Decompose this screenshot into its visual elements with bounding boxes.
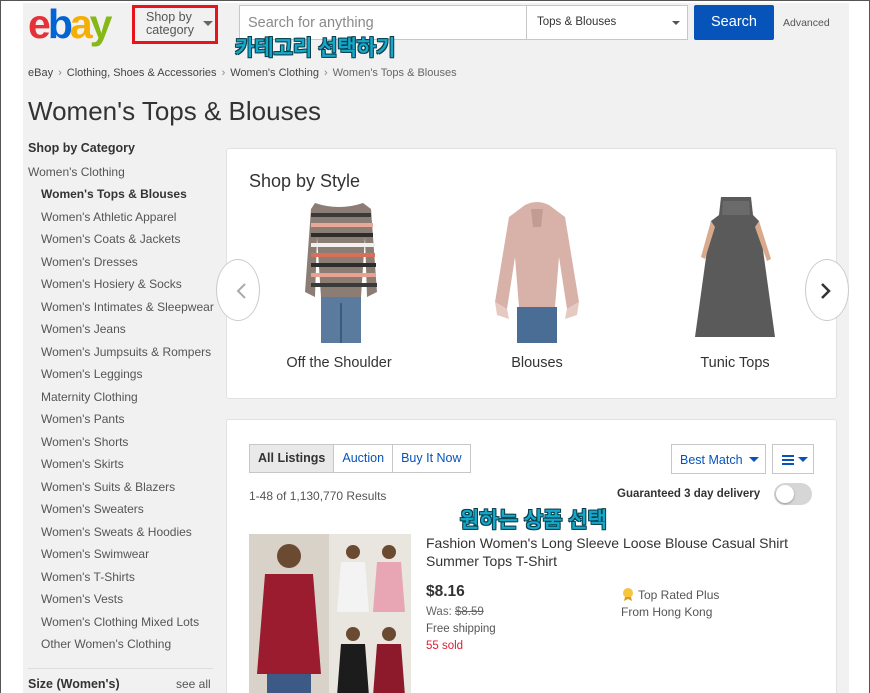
shop-by-style-card: Shop by Style Off the Shoulder Blouses T…: [216, 148, 849, 399]
advanced-search-link[interactable]: Advanced: [783, 17, 830, 29]
medal-icon: [623, 588, 633, 601]
chevron-down-icon: [798, 457, 808, 462]
listing-shipping: Free shipping: [426, 623, 496, 635]
chevron-down-icon: [672, 21, 680, 25]
see-all-link[interactable]: see all: [176, 677, 211, 691]
listing-was-price: Was: $8.59: [426, 606, 484, 618]
off-shoulder-top-image: [305, 203, 377, 343]
category-sidebar: Shop by Category Women's Clothing Women'…: [28, 141, 218, 660]
chevron-right-icon: ›: [221, 67, 226, 79]
annotation-select-product: 원하는 상품 선택: [460, 509, 607, 532]
sidebar-item[interactable]: Women's Jeans: [28, 322, 218, 345]
logo-letter-a: a: [69, 1, 93, 47]
guaranteed-delivery-label: Guaranteed 3 day delivery: [617, 488, 761, 500]
blouse-collage-image: [249, 534, 411, 693]
sidebar-item[interactable]: Women's Intimates & Sleepwear: [28, 300, 218, 323]
chevron-down-icon: [749, 457, 759, 462]
sidebar-item[interactable]: Other Women's Clothing: [28, 637, 218, 660]
view-toggle-dropdown[interactable]: [772, 444, 814, 474]
sidebar-item[interactable]: Women's Leggings: [28, 367, 218, 390]
sidebar-item[interactable]: Women's T-Shirts: [28, 570, 218, 593]
sort-value: Best Match: [680, 453, 743, 467]
chevron-right-icon: ›: [323, 67, 328, 79]
logo-letter-e: e: [28, 1, 51, 47]
annotation-select-category: 카테고리 선택하기: [235, 37, 396, 60]
sidebar-item[interactable]: Women's Coats & Jackets: [28, 232, 218, 255]
sidebar-divider: [28, 668, 213, 669]
sidebar-item[interactable]: Women's Shorts: [28, 435, 218, 458]
category-select[interactable]: Tops & Blouses: [526, 6, 688, 39]
style-item-label: Tunic Tops: [700, 355, 770, 371]
sidebar-item[interactable]: Women's Skirts: [28, 457, 218, 480]
style-item-label: Blouses: [511, 355, 563, 371]
ebay-logo[interactable]: ebay: [28, 3, 134, 45]
sidebar-item[interactable]: Women's Clothing Mixed Lots: [28, 615, 218, 638]
listings-card: All Listings Auction Buy It Now Best Mat…: [226, 419, 837, 693]
listing-thumbnail[interactable]: [249, 534, 411, 693]
chevron-right-icon: ›: [58, 67, 62, 79]
shop-by-category-button[interactable]: Shop by category: [132, 5, 218, 44]
breadcrumb-womens-clothing[interactable]: Women's Clothing: [230, 67, 319, 79]
chevron-down-icon: [203, 21, 213, 26]
sidebar-item[interactable]: Maternity Clothing: [28, 390, 218, 413]
listing-origin: From Hong Kong: [621, 605, 713, 619]
sidebar-item[interactable]: Women's Suits & Blazers: [28, 480, 218, 503]
page-title: Women's Tops & Blouses: [28, 96, 322, 126]
sidebar-item-tops-blouses[interactable]: Women's Tops & Blouses: [28, 187, 218, 210]
listing-price: $8.16: [426, 583, 465, 600]
sidebar-item[interactable]: Women's Hosiery & Socks: [28, 277, 218, 300]
sidebar-parent-category[interactable]: Women's Clothing: [28, 165, 218, 187]
browser-frame: ebay Shop by category Tops & Blouses Sea…: [0, 0, 870, 693]
sort-dropdown[interactable]: Best Match: [671, 444, 766, 474]
breadcrumb: eBay › Clothing, Shoes & Accessories › Women…: [28, 67, 457, 79]
sidebar-item[interactable]: Women's Pants: [28, 412, 218, 435]
chevron-left-icon: [236, 283, 246, 299]
carousel-next-button[interactable]: [805, 259, 849, 321]
guaranteed-delivery-toggle[interactable]: [774, 483, 812, 505]
logo-letter-b: b: [47, 1, 73, 47]
badge-label: Top Rated Plus: [638, 588, 720, 602]
was-label: Was:: [426, 606, 452, 618]
style-item-label: Off the Shoulder: [286, 355, 392, 371]
sidebar-heading: Shop by Category: [28, 141, 135, 155]
tab-all-listings[interactable]: All Listings: [250, 445, 335, 472]
size-filter-heading: Size (Women's): [28, 677, 120, 691]
carousel-prev-button[interactable]: [216, 259, 260, 321]
blouse-image: [495, 202, 579, 343]
sidebar-item[interactable]: Women's Swimwear: [28, 547, 218, 570]
was-price-value: $8.59: [454, 606, 484, 618]
sidebar-item[interactable]: Women's Jumpsuits & Rompers: [28, 345, 218, 368]
sidebar-item[interactable]: Women's Athletic Apparel: [28, 210, 218, 233]
toggle-knob: [776, 485, 794, 503]
list-view-icon: [782, 455, 794, 467]
sidebar-item[interactable]: Women's Sweaters: [28, 502, 218, 525]
sidebar-item[interactable]: Women's Dresses: [28, 255, 218, 278]
breadcrumb-ebay[interactable]: eBay: [28, 67, 53, 79]
sidebar-item[interactable]: Women's Vests: [28, 592, 218, 615]
category-select-value: Tops & Blouses: [537, 16, 617, 28]
search-button[interactable]: Search: [694, 5, 774, 40]
shop-by-style-title: Shop by Style: [249, 171, 361, 191]
listing-sold-count: 55 sold: [426, 640, 464, 652]
logo-letter-y: y: [89, 1, 113, 47]
sidebar-item[interactable]: Women's Sweats & Hoodies: [28, 525, 218, 548]
listing-tabs: All Listings Auction Buy It Now: [249, 444, 471, 473]
breadcrumb-clothing[interactable]: Clothing, Shoes & Accessories: [67, 67, 217, 79]
listing-title-link[interactable]: Fashion Women's Long Sleeve Loose Blouse…: [426, 534, 816, 570]
top-rated-plus-badge: Top Rated Plus: [621, 587, 719, 602]
tunic-top-image: [695, 197, 775, 337]
chevron-right-icon: [821, 283, 831, 299]
tab-buy-it-now[interactable]: Buy It Now: [393, 445, 470, 472]
tab-auction[interactable]: Auction: [334, 445, 394, 472]
breadcrumb-current: Women's Tops & Blouses: [332, 67, 457, 79]
results-count: 1-48 of 1,130,770 Results: [249, 489, 387, 503]
